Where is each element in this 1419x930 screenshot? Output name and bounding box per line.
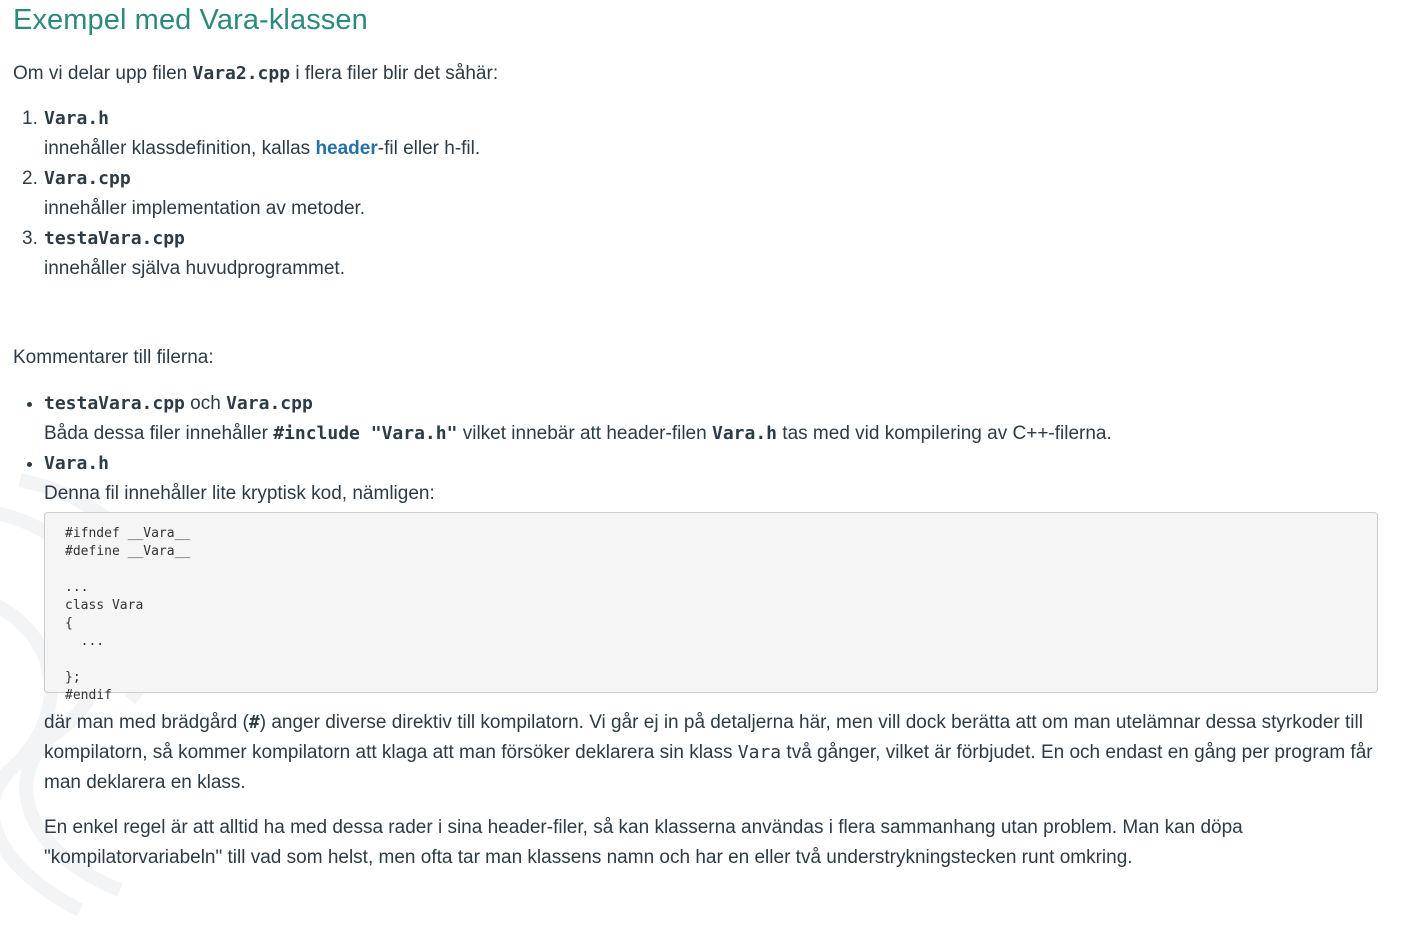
comment-text: tas med vid kompilering av C++-filerna. [777, 423, 1112, 444]
comment-item: testaVara.cpp och Vara.cpp Båda dessa fi… [13, 389, 1405, 449]
intro-text-after: i flera filer blir det såhär: [290, 63, 499, 84]
file-description-text: innehåller klassdefinition, kallas [44, 138, 316, 159]
comment-text: vilket innebär att header-filen [457, 423, 712, 444]
bullet-dot [27, 462, 32, 467]
comment-conjunction: och [184, 393, 227, 414]
header-file-code: Vara.h [711, 423, 778, 444]
file-list: 1. Vara.h innehåller klassdefinition, ka… [13, 104, 480, 284]
hash-symbol-code: # [248, 712, 260, 733]
comment-code-file: testaVara.cpp [44, 393, 185, 414]
intro-code-filename: Vara2.cpp [192, 63, 291, 84]
file-list-item: 2. Vara.cpp innehåller implementation av… [13, 164, 480, 224]
file-name: testaVara.cpp [44, 228, 185, 249]
bullet-dot [27, 402, 32, 407]
file-list-item: 3. testaVara.cpp innehåller själva huvud… [13, 224, 480, 284]
list-number: 2. [22, 168, 38, 189]
header-link[interactable]: header [315, 138, 377, 159]
comment-description: Båda dessa filer innehåller #include "Va… [44, 419, 1405, 449]
comment-list: testaVara.cpp och Vara.cpp Båda dessa fi… [13, 389, 1405, 873]
list-number: 3. [22, 228, 38, 249]
comment-code-file: Vara.cpp [226, 393, 313, 414]
comment-code-file: Vara.h [44, 453, 110, 474]
file-description: innehåller implementation av metoder. [44, 198, 366, 219]
comments-heading: Kommentarer till filerna: [13, 347, 214, 368]
file-description: innehåller själva huvudprogrammet. [44, 258, 345, 279]
file-list-item: 1. Vara.h innehåller klassdefinition, ka… [13, 104, 480, 164]
intro-paragraph: Om vi delar upp filen Vara2.cpp i flera … [13, 62, 498, 86]
explanation-paragraph: där man med brädgård (#) anger diverse d… [44, 708, 1399, 798]
file-description-text-after: -fil eller h-fil. [377, 138, 481, 159]
comment-text: Båda dessa filer innehåller [44, 423, 274, 444]
file-description: innehåller klassdefinition, kallas heade… [44, 134, 480, 164]
comment-item: Vara.h Denna fil innehåller lite kryptis… [13, 449, 1405, 873]
include-directive-code: #include "Vara.h" [273, 423, 458, 444]
file-name: Vara.cpp [44, 168, 131, 189]
comment-description: Denna fil innehåller lite kryptisk kod, … [44, 483, 435, 504]
code-block-content: #ifndef __Vara__ #define __Vara__ ... cl… [65, 526, 191, 703]
class-name-code: Vara [737, 742, 782, 763]
explanation-text: där man med brädgård ( [44, 712, 249, 733]
code-block: #ifndef __Vara__ #define __Vara__ ... cl… [44, 512, 1378, 703]
list-number: 1. [22, 108, 38, 129]
page-title: Exempel med Vara-klassen [13, 4, 368, 36]
file-name: Vara.h [44, 108, 110, 129]
rule-paragraph: En enkel regel är att alltid ha med dess… [44, 817, 1243, 868]
intro-text-before: Om vi delar upp filen [13, 63, 193, 84]
